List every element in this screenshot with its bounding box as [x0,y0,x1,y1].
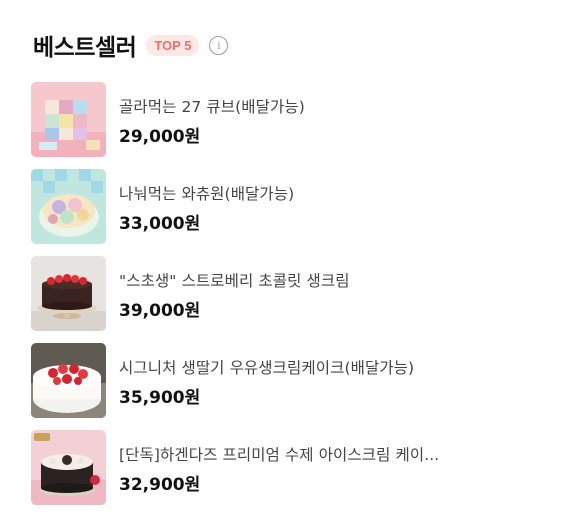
haagen-dazs-cake-image[interactable] [31,430,106,505]
product-price: 39,000원 [119,301,201,321]
strawberry-cream-cake-image[interactable] [31,343,106,418]
list-item[interactable]: 나눠먹는 와츄원(배달가능) 33,000원 [31,169,551,244]
product-name[interactable]: 나눠먹는 와츄원(배달가능) [119,182,294,204]
top5-badge: TOP 5 [146,34,200,56]
product-price: 29,000원 [119,127,201,147]
product-name[interactable]: "스초생" 스트로베리 초콜릿 생크림 [119,269,350,291]
section-title: 베스트셀러 [33,35,137,61]
list-item[interactable]: 시그니처 생딸기 우유생크림케이크(배달가능) 35,900원 [31,343,551,418]
product-price: 35,900원 [119,388,201,408]
product-name[interactable]: [단독]하겐다즈 프리미엄 수제 아이스크림 케이... [119,443,439,465]
product-price: 33,000원 [119,214,201,234]
bestseller-list: 골라먹는 27 큐브(배달가능) 29,000원 나눠먹는 와츄원(배달가능) … [31,82,551,517]
list-item[interactable]: 골라먹는 27 큐브(배달가능) 29,000원 [31,82,551,157]
info-icon[interactable]: i [209,35,229,55]
wachu-one-cake-image[interactable] [31,169,106,244]
product-name[interactable]: 골라먹는 27 큐브(배달가능) [119,95,305,117]
cube-cake-image[interactable] [31,82,106,157]
product-name[interactable]: 시그니처 생딸기 우유생크림케이크(배달가능) [119,356,414,378]
list-item[interactable]: [단독]하겐다즈 프리미엄 수제 아이스크림 케이... 32,900원 [31,430,551,505]
product-price: 32,900원 [119,475,201,495]
section-header: 베스트셀러 TOP 5 i [33,30,229,61]
strawberry-chocolate-cake-image[interactable] [31,256,106,331]
list-item[interactable]: "스초생" 스트로베리 초콜릿 생크림 39,000원 [31,256,551,331]
